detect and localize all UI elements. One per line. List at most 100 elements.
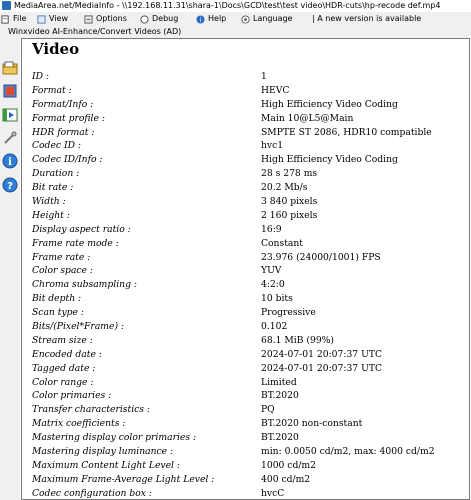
info-value: 400 cd/m2 (261, 473, 311, 485)
menu-file[interactable]: File (1, 12, 26, 26)
info-row: Format profile : Main 10@L5@Main (32, 112, 462, 126)
info-value: High Efficiency Video Coding (261, 98, 398, 110)
info-value: 20.2 Mb/s (261, 182, 308, 194)
menu-language[interactable]: Language (241, 12, 292, 26)
info-row: Codec ID : hvc1 (32, 139, 462, 153)
svg-text:i: i (8, 157, 12, 168)
info-value: 3 840 pixels (261, 196, 318, 208)
info-label: Tagged date : (32, 362, 96, 374)
info-label: Maximum Content Light Level : (32, 459, 180, 471)
info-value: 0.102 (261, 321, 288, 333)
info-label: Duration : (32, 168, 80, 180)
language-icon (241, 14, 250, 24)
info-label: Bit rate : (32, 182, 74, 194)
info-value: 1000 cd/m2 (261, 459, 316, 471)
info-label: Transfer characteristics : (32, 404, 151, 416)
info-row: Frame rate mode : Constant (32, 237, 462, 251)
svg-text:i: i (200, 17, 202, 24)
new-version-notice[interactable]: | A new version is available (312, 12, 421, 26)
info-row: Codec ID/Info : High Efficiency Video Cod… (32, 153, 462, 167)
media-info-panel: Video ID : 1 Format : HEVC Format/Info : High… (21, 38, 470, 500)
window-title: MediaArea.net/MediaInfo - \\192.168.11.3… (14, 1, 441, 10)
info-row: Bit rate : 20.2 Mb/s (32, 181, 462, 195)
section-title: Video (32, 40, 80, 58)
info-label: Encoded date : (32, 348, 102, 360)
info-label: Mastering display color primaries : (32, 432, 197, 444)
info-value: Main 10@L5@Main (261, 112, 354, 124)
menu-options-label: Options (96, 14, 127, 23)
question-icon[interactable]: ? (2, 177, 18, 193)
view-icon (37, 14, 46, 24)
info-row: Duration : 28 s 278 ms (32, 167, 462, 181)
info-label: HDR format : (32, 126, 95, 138)
info-row: ID : 1 (32, 70, 462, 84)
info-value: hvcC (261, 487, 285, 499)
file-icon (1, 14, 9, 24)
info-label: Codec ID : (32, 140, 81, 152)
info-row: Color range : Limited (32, 376, 462, 390)
help-icon: i (196, 14, 205, 24)
info-value: BT.2020 (261, 432, 299, 444)
menu-view-label: View (49, 14, 68, 23)
info-value: 2 160 pixels (261, 209, 318, 221)
info-label: Scan type : (32, 307, 84, 319)
info-row: Color primaries : BT.2020 (32, 389, 462, 403)
info-row: Bit depth : 10 bits (32, 292, 462, 306)
menu-options[interactable]: Options (84, 12, 127, 26)
info-label: ID : (32, 71, 50, 82)
app-icon (2, 1, 11, 10)
info-row: Transfer characteristics : PQ (32, 403, 462, 417)
info-row: Color space : YUV (32, 264, 462, 278)
info-row: Maximum Frame-Average Light Level : 400 c… (32, 473, 462, 487)
info-value: 28 s 278 ms (261, 168, 318, 180)
info-label: Color space : (32, 265, 94, 277)
info-row: Mastering display color primaries : BT.20… (32, 431, 462, 445)
folder-open-icon[interactable] (2, 60, 18, 76)
info-value: 10 bits (261, 293, 293, 305)
info-value: BT.2020 (261, 390, 299, 402)
info-row: Format : HEVC (32, 84, 462, 98)
info-value: 4:2:0 (261, 279, 285, 291)
info-label: Color primaries : (32, 390, 112, 402)
info-value: BT.2020 non-constant (261, 418, 363, 430)
info-label: Maximum Frame-Average Light Level : (32, 473, 215, 485)
tools-icon[interactable] (2, 130, 18, 146)
info-icon[interactable]: i (2, 153, 18, 169)
info-value: Constant (261, 237, 303, 249)
info-label: Frame rate : (32, 251, 91, 263)
info-row: Maximum Content Light Level : 1000 cd/m2 (32, 459, 462, 473)
info-label: Format : (32, 84, 72, 96)
menu-view[interactable]: View (37, 12, 68, 26)
info-row: Stream size : 68.1 MiB (99%) (32, 334, 462, 348)
info-label: Bit depth : (32, 293, 82, 305)
toolbar-label[interactable]: Winxvideo AI-Enhance/Convert Videos (AD) (0, 26, 471, 38)
info-label: Matrix coefficients : (32, 418, 126, 430)
info-value: hvc1 (261, 140, 284, 152)
export-icon[interactable] (2, 83, 18, 99)
info-value: 23.976 (24000/1001) FPS (261, 251, 381, 263)
sheet-view-icon[interactable] (2, 107, 18, 123)
info-label: Format/Info : (32, 98, 94, 110)
options-icon (84, 14, 93, 24)
menu-help[interactable]: i Help (196, 12, 226, 26)
info-value: SMPTE ST 2086, HDR10 compatible (261, 126, 432, 138)
menu-debug[interactable]: Debug (140, 12, 178, 26)
info-row: Height : 2 160 pixels (32, 209, 462, 223)
info-row: Tagged date : 2024-07-01 20:07:37 UTC (32, 362, 462, 376)
info-value: 68.1 MiB (99%) (261, 334, 334, 346)
info-value: HEVC (261, 84, 290, 96)
info-label: Width : (32, 196, 66, 208)
info-row: Format/Info : High Efficiency Video Codin… (32, 98, 462, 112)
info-label: Codec ID/Info : (32, 154, 103, 166)
info-row: Display aspect ratio : 16:9 (32, 223, 462, 237)
info-rows: ID : 1 Format : HEVC Format/Info : High Effic… (32, 70, 462, 499)
info-label: Display aspect ratio : (32, 223, 131, 235)
svg-text:?: ? (7, 181, 13, 192)
info-label: Height : (32, 209, 70, 221)
info-value: PQ (261, 404, 275, 416)
info-row: Width : 3 840 pixels (32, 195, 462, 209)
info-row: HDR format : SMPTE ST 2086, HDR10 compati… (32, 126, 462, 140)
info-label: Frame rate mode : (32, 237, 119, 249)
info-row: Chroma subsampling : 4:2:0 (32, 278, 462, 292)
info-label: Mastering display luminance : (32, 446, 174, 458)
